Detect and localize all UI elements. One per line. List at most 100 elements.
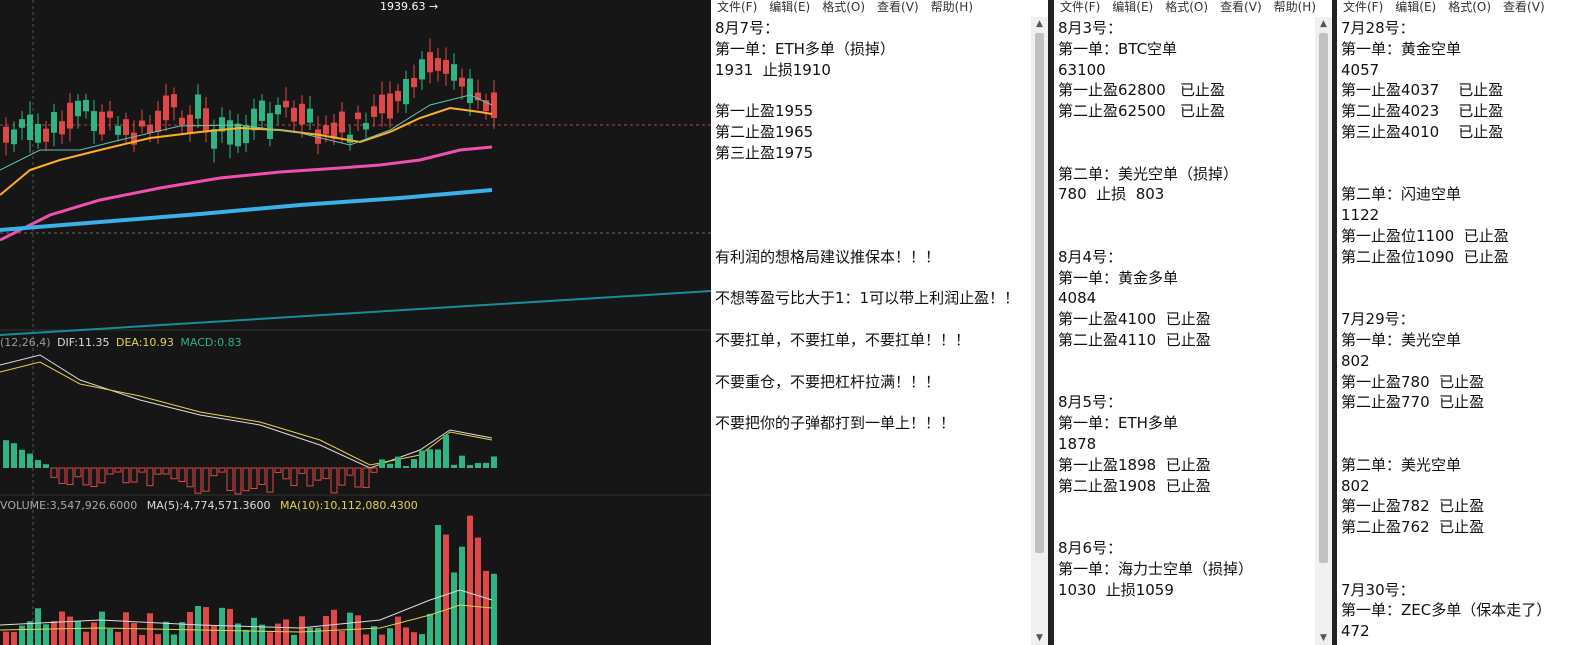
macd-bar (330, 467, 338, 494)
text-line (1058, 143, 1253, 164)
volume-bar (459, 546, 465, 645)
volume-bar (75, 621, 81, 645)
text-line: 472 (1341, 622, 1370, 641)
volume-bar (35, 608, 41, 645)
volume-bar (355, 615, 361, 645)
text-line (1058, 372, 1253, 393)
candle-body (451, 64, 457, 81)
candle-body (83, 99, 89, 112)
scroll-down-arrow-icon[interactable]: ▼ (1031, 631, 1048, 645)
menu-view[interactable]: 查看(V) (877, 0, 919, 17)
notepad-window-jul28-30[interactable]: 文件(F) 编辑(E) 格式(O) 查看(V) 7月28号： 第一单：黄金空单 40… (1337, 0, 1589, 645)
volume-ma10-line (0, 604, 493, 633)
macd-bar (226, 467, 234, 492)
notepad-window-aug7[interactable]: 文件(F) 编辑(E) 格式(O) 查看(V) 帮助(H) 8月7号： 第一单：E… (711, 0, 1048, 645)
candlestick-chart-panel[interactable]: 1939.63 → (12,26,4) DIF:11.35 DEA:10.93 … (0, 0, 711, 645)
macd-bar (66, 467, 74, 486)
text-line: 第一单：ETH多单（损掉） (715, 39, 895, 58)
volume-bar (211, 625, 217, 645)
notepad-window-aug3-6[interactable]: 文件(F) 编辑(E) 格式(O) 查看(V) 帮助(H) 8月3号： 第一单：B… (1054, 0, 1332, 645)
macd-bar (451, 464, 457, 468)
scrollbar-notepad2[interactable]: ▲ ▼ (1315, 17, 1332, 645)
candle-body (411, 77, 417, 88)
macd-bar (186, 467, 194, 488)
macd-bar (178, 467, 186, 483)
menu-format[interactable]: 格式(O) (1165, 0, 1208, 17)
notepad-text-area[interactable]: 8月3号： 第一单：BTC空单 63100 第一止盈62800 已止盈 第二止盈6250… (1058, 18, 1253, 600)
candle-body (467, 78, 473, 104)
volume-bar (387, 628, 393, 645)
chart-canvas[interactable] (0, 0, 711, 645)
menu-file[interactable]: 文件(F) (1343, 0, 1383, 17)
volume-bar (187, 612, 193, 645)
menu-help[interactable]: 帮助(H) (931, 0, 973, 17)
text-line: 第一单：ZEC多单（保本走了） (1341, 601, 1552, 620)
menu-file[interactable]: 文件(F) (1060, 0, 1100, 17)
text-line: 第一止盈4100 已止盈 (1058, 310, 1211, 329)
text-line (1341, 288, 1551, 309)
scroll-down-arrow-icon[interactable]: ▼ (1315, 631, 1332, 645)
volume-bar (131, 623, 137, 645)
candle-body (67, 102, 73, 129)
macd-bar (298, 467, 306, 474)
macd-bar (122, 467, 130, 484)
candle-body (395, 90, 401, 102)
volume-bar (171, 634, 177, 645)
macd-params: (12,26,4) (0, 336, 51, 349)
text-line: 第二止盈1965 (715, 122, 814, 141)
volume-bar (467, 515, 473, 645)
notepad-text-area[interactable]: 8月7号： 第一单：ETH多单（损掉） 1931 止损1910 第一止盈1955 第二止… (715, 18, 1019, 434)
menu-edit[interactable]: 编辑(E) (1395, 0, 1436, 17)
menu-help[interactable]: 帮助(H) (1274, 0, 1316, 17)
macd-bar (411, 459, 417, 468)
candle-body (59, 121, 65, 135)
macd-dea-line (0, 361, 493, 466)
menu-edit[interactable]: 编辑(E) (1112, 0, 1153, 17)
menu-bar: 文件(F) 编辑(E) 格式(O) 查看(V) 帮助(H) (1054, 0, 1332, 17)
volume-bar (203, 607, 209, 645)
scrollbar-notepad1[interactable]: ▲ ▼ (1031, 17, 1048, 645)
text-line (1058, 122, 1253, 143)
menu-view[interactable]: 查看(V) (1220, 0, 1262, 17)
scroll-thumb[interactable] (1319, 33, 1328, 563)
candle-body (51, 111, 57, 133)
candle-body (443, 59, 449, 74)
text-line: 7月29号： (1341, 310, 1415, 329)
macd-bar (370, 467, 378, 473)
text-line: 1931 止损1910 (715, 60, 831, 79)
text-line: 第二止盈762 已止盈 (1341, 518, 1485, 537)
text-line: 第一单：ETH多单 (1058, 414, 1178, 433)
candle-body (307, 108, 313, 123)
text-line: 第三止盈1975 (715, 143, 814, 162)
macd-bar (443, 434, 449, 468)
candle-body (179, 117, 185, 126)
candle-body (195, 94, 201, 119)
scroll-up-arrow-icon[interactable]: ▲ (1031, 17, 1048, 31)
text-line: 不要重仓，不要把杠杆拉满！！！ (715, 372, 941, 391)
candle-body (259, 100, 265, 122)
text-line: 1122 (1341, 206, 1380, 225)
menu-view[interactable]: 查看(V) (1503, 0, 1545, 17)
notepad-text-area[interactable]: 7月28号： 第一单：黄金空单 4057 第一止盈4037 已止盈 第二止盈4023 已… (1341, 18, 1551, 642)
volume-bar (427, 613, 433, 645)
volume-bar (43, 624, 49, 645)
volume-bar (27, 621, 33, 645)
candle-body (339, 111, 345, 133)
menu-format[interactable]: 格式(O) (1448, 0, 1491, 17)
volume-bar (107, 628, 113, 645)
volume-value: VOLUME:3,547,926.6000 (0, 499, 138, 512)
macd-bar (234, 467, 242, 495)
text-line: 第一止盈1898 已止盈 (1058, 455, 1211, 474)
price-high-marker: 1939.63 → (380, 0, 439, 13)
menu-edit[interactable]: 编辑(E) (769, 0, 810, 17)
text-line (715, 351, 1019, 372)
menu-file[interactable]: 文件(F) (717, 0, 757, 17)
scroll-up-arrow-icon[interactable]: ▲ (1315, 17, 1332, 31)
volume-bar (195, 606, 201, 645)
macd-bar (82, 467, 90, 486)
text-line (1058, 517, 1253, 538)
candle-body (427, 52, 433, 73)
volume-bar (243, 629, 249, 645)
scroll-thumb[interactable] (1035, 33, 1044, 553)
menu-format[interactable]: 格式(O) (822, 0, 865, 17)
